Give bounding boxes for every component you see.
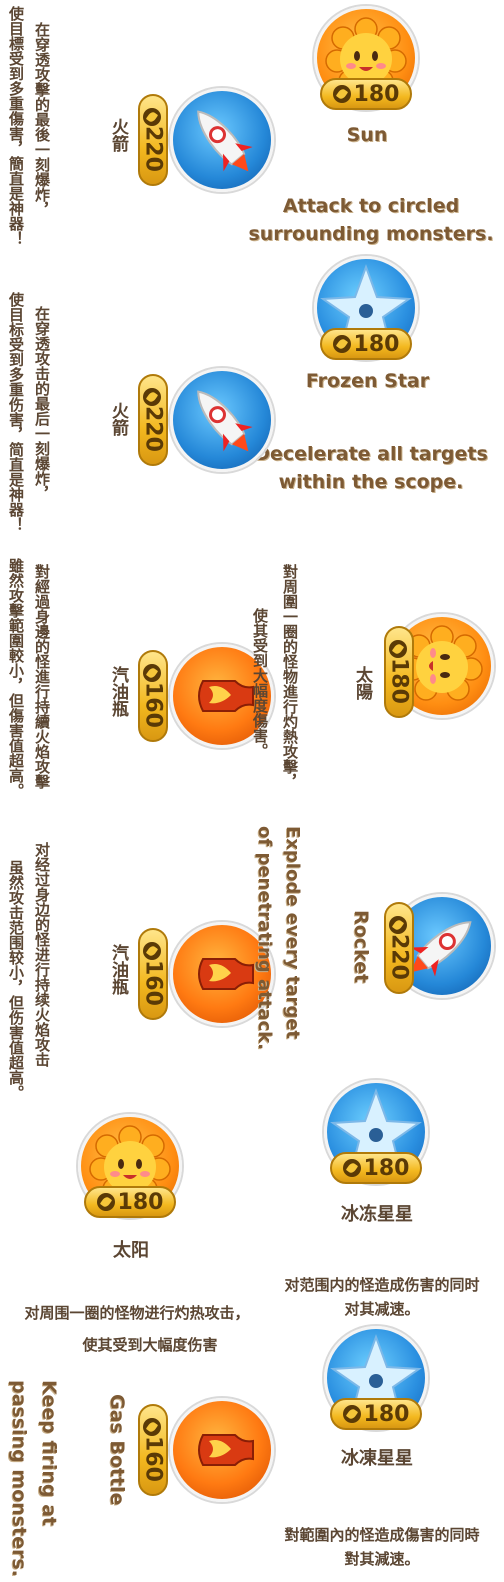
gas-bottle-cost-en: 160 <box>140 1436 166 1482</box>
carrot-coin-icon <box>342 1405 361 1423</box>
carrot-coin-icon <box>96 1193 115 1211</box>
gas-bottle-cost-1: 160 <box>140 682 166 728</box>
carrot-coin-icon <box>332 335 351 353</box>
rocket-description-2a: 在穿透攻击的最后一刻爆炸， <box>33 306 51 501</box>
sun-tower-card-cn[interactable]: 180 太阳 <box>76 1114 186 1264</box>
carrot-coin-icon <box>388 916 407 935</box>
sun-cost-cn: 180 <box>117 1189 164 1215</box>
rocket-cost-badge-1: 220 <box>138 94 168 186</box>
rocket-icon <box>170 88 274 192</box>
frozen-star-name-cn: 冰冻星星 <box>341 1204 413 1225</box>
gas-bottle-cost-badge-1: 160 <box>138 650 168 742</box>
sun-tower-card-tw[interactable]: 180 <box>384 614 494 724</box>
rocket-cost-2: 220 <box>140 406 166 452</box>
sun-cost-badge-cn: 180 <box>84 1186 176 1218</box>
rocket-tower-card-en[interactable]: 220 <box>384 894 494 1004</box>
frozen-star-tower-card-tw[interactable]: 180 冰凍星星 <box>322 1326 432 1476</box>
frozen-star-cost-badge-tw: 180 <box>330 1398 422 1430</box>
rocket-description-1b: 使目標受到多重傷害，簡直是神器！ <box>7 6 25 246</box>
sun-name-cn: 太阳 <box>113 1240 149 1261</box>
rocket-icon <box>170 368 274 472</box>
gas-bottle-description-1a: 對經過身邊的怪進行持續火焰攻擊 <box>33 564 51 789</box>
sun-cost-tw: 180 <box>386 658 412 704</box>
gas-bottle-cost-2: 160 <box>140 960 166 1006</box>
frozen-star-cost-badge-cn: 180 <box>330 1152 422 1184</box>
frozen-star-description-cn-2: 对其减速。 <box>344 1300 420 1318</box>
rocket-description-1a: 在穿透攻擊的最後一刻爆炸， <box>33 22 51 217</box>
gas-bottle-description-2b: 虽然攻击范围较小，但伤害值超高。 <box>7 860 25 1100</box>
rocket-description-2b: 使目标受到多重伤害，简直是神器！ <box>7 292 25 532</box>
gas-bottle-description-1b: 雖然攻擊範圍較小，但傷害值超高。 <box>7 558 25 798</box>
gas-bottle-tower-card-en[interactable]: 160 <box>138 1396 274 1506</box>
sun-name-tw: 太陽 <box>352 666 372 700</box>
rocket-tower-card-2[interactable]: 220 <box>138 366 274 476</box>
gas-bottle-description-2a: 对经过身边的怪进行持续火焰攻击 <box>33 842 51 1067</box>
gas-bottle-name-en: Gas Bottle <box>106 1394 128 1506</box>
carrot-coin-icon <box>142 388 161 407</box>
rocket-name-2: 火箭 <box>108 402 128 436</box>
carrot-coin-icon <box>388 640 407 659</box>
sun-name: Sun <box>346 124 388 146</box>
sun-tower-card[interactable]: 180 Sun <box>312 6 422 146</box>
rocket-cost-badge-2: 220 <box>138 374 168 466</box>
frozen-star-description-cn-1: 对范围内的怪造成伤害的同时 <box>284 1276 480 1294</box>
sun-description-tw-b: 使其受到大幅度傷害。 <box>251 608 269 758</box>
gas-bottle-name-1: 汽油瓶 <box>108 666 128 717</box>
carrot-coin-icon <box>142 1418 161 1437</box>
frozen-star-description-tw-2: 對其減速。 <box>344 1550 420 1568</box>
gas-bottle-name-2: 汽油瓶 <box>108 944 128 995</box>
frozen-star-name-tw: 冰凍星星 <box>341 1448 413 1469</box>
rocket-cost-en: 220 <box>386 934 412 980</box>
rocket-description-en: Explode every target of penetrating atta… <box>254 826 303 1050</box>
rocket-cost-badge-en: 220 <box>384 902 414 994</box>
rocket-name-en: Rocket <box>350 910 372 984</box>
gas-bottle-tower-card-2[interactable]: 160 <box>138 920 274 1030</box>
frozen-star-name: Frozen Star <box>305 370 430 392</box>
gas-bottle-tower-card-1[interactable]: 160 <box>138 642 274 752</box>
carrot-coin-icon <box>332 85 351 103</box>
sun-description-cn-2: 使其受到大幅度伤害 <box>82 1336 218 1354</box>
rocket-name-1: 火箭 <box>108 118 128 152</box>
frozen-star-cost-badge: 180 <box>320 328 412 360</box>
sun-description-cn-1: 对周围一圈的怪物进行灼热攻击， <box>24 1304 250 1322</box>
carrot-coin-icon <box>142 664 161 683</box>
carrot-coin-icon <box>342 1159 361 1177</box>
carrot-coin-icon <box>142 942 161 961</box>
frozen-star-description: Decelerate all targets within the scope. <box>254 443 488 493</box>
frozen-star-description-tw-1: 對範圍內的怪造成傷害的同時 <box>284 1526 480 1544</box>
frozen-star-tower-card-cn[interactable]: 180 冰冻星星 <box>322 1080 432 1230</box>
gas-bottle-icon <box>170 1398 274 1502</box>
carrot-coin-icon <box>142 108 161 127</box>
sun-description-tw-a: 對周圍一圈的怪物進行灼熱攻擊， <box>281 564 299 789</box>
rocket-cost-1: 220 <box>140 126 166 172</box>
gas-bottle-description-en: Keep firing at passing monsters. <box>8 1380 60 1577</box>
frozen-star-cost-cn: 180 <box>363 1155 410 1181</box>
sun-cost-badge: 180 <box>320 78 412 110</box>
frozen-star-cost-tw: 180 <box>363 1401 410 1427</box>
sun-cost-badge-tw: 180 <box>384 626 414 718</box>
gas-bottle-cost-badge-en: 160 <box>138 1404 168 1496</box>
sun-description: Attack to circled surrounding monsters. <box>248 195 494 245</box>
sun-cost: 180 <box>353 81 400 107</box>
frozen-star-cost: 180 <box>353 331 400 357</box>
gas-bottle-cost-badge-2: 160 <box>138 928 168 1020</box>
rocket-tower-card-1[interactable]: 220 <box>138 86 274 196</box>
